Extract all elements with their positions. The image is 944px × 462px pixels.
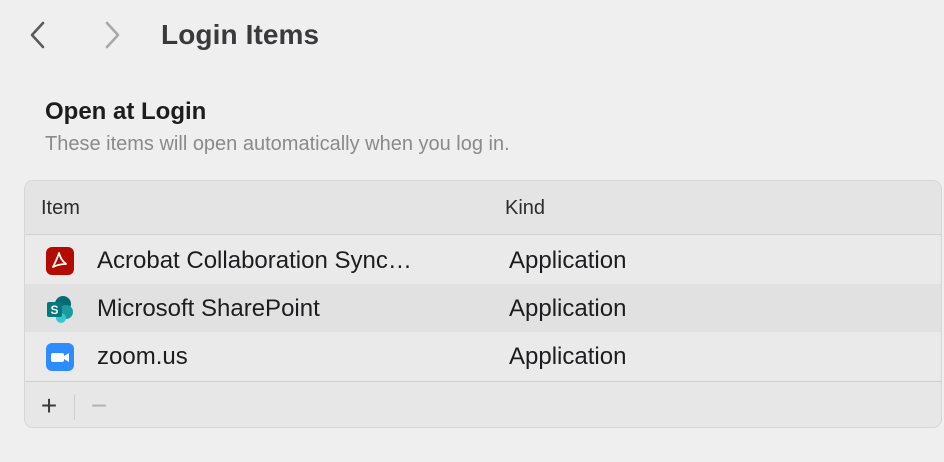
- chevron-right-icon: [105, 21, 120, 49]
- forward-button[interactable]: [96, 18, 128, 52]
- item-name: Microsoft SharePoint: [97, 295, 320, 322]
- item-kind: Application: [509, 295, 627, 322]
- page-title: Login Items: [161, 19, 320, 50]
- table-row[interactable]: zoom.us Application: [25, 332, 941, 380]
- item-kind: Application: [509, 247, 627, 274]
- table-row[interactable]: Acrobat Collaboration Sync… Application: [25, 236, 941, 284]
- column-header-item[interactable]: Item: [41, 197, 80, 220]
- column-header-kind[interactable]: Kind: [505, 197, 545, 220]
- item-name: zoom.us: [97, 343, 188, 370]
- table-row[interactable]: S Microsoft SharePoint Application: [25, 284, 941, 332]
- section-title: Open at Login: [45, 98, 207, 125]
- sharepoint-icon: S: [47, 296, 73, 323]
- section-subtitle: These items will open automatically when…: [45, 133, 510, 155]
- acrobat-icon: [46, 247, 74, 275]
- item-name: Acrobat Collaboration Sync…: [97, 247, 412, 274]
- toolbar: Login Items: [0, 0, 944, 72]
- table-header: Item Kind: [25, 181, 941, 235]
- zoom-icon: [46, 343, 74, 371]
- table-footer: + −: [25, 381, 941, 427]
- chevron-left-icon: [30, 21, 45, 49]
- back-button[interactable]: [22, 18, 54, 52]
- remove-item-button[interactable]: −: [75, 382, 123, 427]
- login-items-table: Item Kind Acrobat Collaboration Sync… Ap…: [24, 180, 942, 428]
- svg-text:S: S: [50, 303, 58, 317]
- table-rows: Acrobat Collaboration Sync… Application …: [25, 236, 941, 380]
- item-kind: Application: [509, 343, 627, 370]
- add-item-button[interactable]: +: [25, 382, 73, 427]
